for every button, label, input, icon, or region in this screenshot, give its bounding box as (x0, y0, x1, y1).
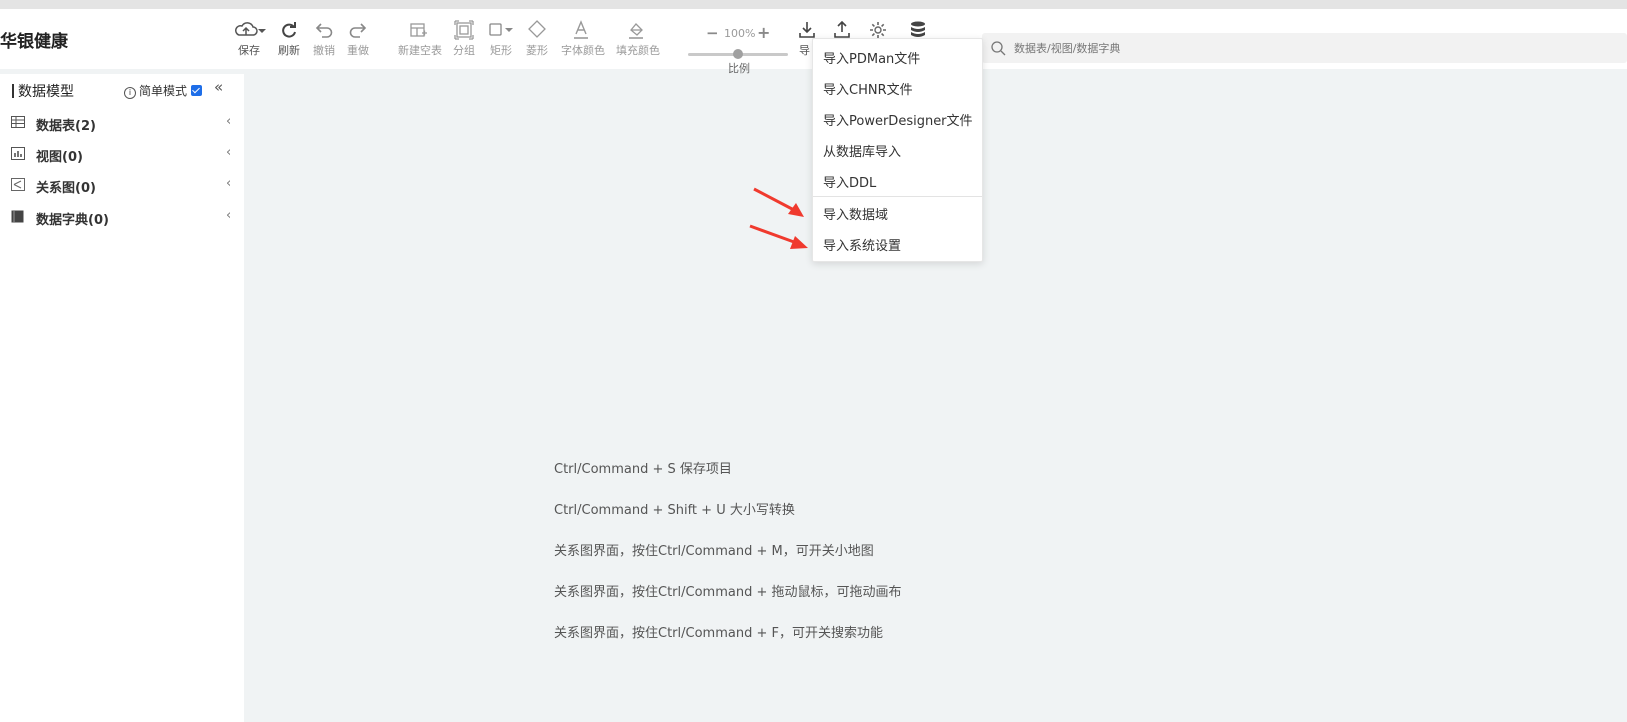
zoom-label: 比例 (728, 62, 750, 75)
font-color-button[interactable]: 字体颜色 (561, 19, 605, 58)
refresh-label: 刷新 (278, 44, 300, 57)
collapse-sidebar-button[interactable]: « (214, 78, 223, 96)
zoom-in-button[interactable]: + (757, 23, 770, 42)
redo-label: 重做 (347, 44, 369, 57)
refresh-button[interactable]: 刷新 (269, 19, 309, 58)
menu-item-import-system-settings[interactable]: 导入系统设置 (823, 235, 901, 254)
fill-color-button[interactable]: 填充颜色 (616, 19, 660, 58)
redo-button[interactable]: 重做 (338, 19, 378, 58)
zoom-value: 100% (724, 27, 756, 40)
menu-divider (813, 196, 982, 197)
redo-icon (349, 23, 367, 38)
table-icon (11, 116, 25, 128)
chevron-left-icon[interactable]: ‹ (226, 176, 231, 191)
menu-item-import-ddl[interactable]: 导入DDL (823, 172, 876, 191)
sidebar-item-label: 数据表(2) (36, 119, 96, 134)
new-table-label: 新建空表 (398, 44, 442, 57)
shortcut-tip: 关系图界面，按住Ctrl/Command + F，可开关搜索功能 (554, 626, 883, 641)
relation-diagram-icon (11, 178, 25, 191)
save-button[interactable]: 保存 (229, 19, 269, 58)
sidebar-item-views[interactable]: 视图(0) ‹ (0, 139, 244, 169)
rectangle-label: 矩形 (490, 44, 512, 57)
sidebar-item-label: 视图(0) (36, 150, 83, 165)
sidebar-header: 数据模型 i 简单模式 « (0, 74, 244, 106)
search-box (982, 33, 1627, 63)
search-icon (991, 41, 1006, 56)
shortcut-tip: 关系图界面，按住Ctrl/Command + M，可开关小地图 (554, 544, 874, 559)
new-table-button[interactable]: 新建空表 (398, 19, 442, 58)
sidebar-item-label: 数据字典(0) (36, 213, 109, 228)
chevron-left-icon[interactable]: ‹ (226, 114, 231, 129)
rectangle-icon (489, 23, 513, 36)
simple-mode-label: 简单模式 (139, 84, 188, 98)
save-label: 保存 (238, 44, 260, 57)
sidebar: 数据模型 i简单模式 « 数据表(2) ‹ 视图(0) ‹ 关系图(0) ‹ (0, 74, 244, 722)
chevron-left-icon[interactable]: ‹ (226, 145, 231, 160)
refresh-icon (282, 22, 296, 38)
undo-icon (315, 23, 333, 38)
shortcut-tip: Ctrl/Command + Shift + U 大小写转换 (554, 503, 795, 518)
font-color-label: 字体颜色 (561, 44, 605, 57)
sidebar-item-label: 关系图(0) (36, 181, 96, 196)
search-input[interactable] (1014, 37, 1614, 59)
cloud-upload-icon (235, 22, 266, 36)
app-title: 华银健康 (0, 32, 68, 52)
group-button[interactable]: 分组 (444, 19, 484, 58)
diamond-icon (528, 20, 546, 38)
group-icon (454, 20, 474, 40)
rectangle-button[interactable]: 矩形 (481, 19, 521, 58)
chevron-left-icon[interactable]: ‹ (226, 208, 231, 223)
shortcut-tip: Ctrl/Command + S 保存项目 (554, 462, 732, 477)
sidebar-item-data-dictionary[interactable]: 数据字典(0) ‹ (0, 202, 244, 232)
menu-item-import-chnr[interactable]: 导入CHNR文件 (823, 79, 913, 98)
new-table-icon (410, 23, 427, 37)
zoom-slider-handle[interactable] (733, 49, 743, 59)
group-label: 分组 (453, 44, 475, 57)
menu-item-import-powerdesigner[interactable]: 导入PowerDesigner文件 (823, 110, 973, 129)
sidebar-item-relation-diagrams[interactable]: 关系图(0) ‹ (0, 170, 244, 200)
view-chart-icon (11, 147, 25, 160)
import-dropdown-menu: 导入PDMan文件 导入CHNR文件 导入PowerDesigner文件 从数据… (812, 38, 983, 262)
diamond-label: 菱形 (526, 44, 548, 57)
font-color-icon (574, 20, 588, 39)
info-icon: i (124, 87, 136, 99)
window-top-strip (0, 0, 1627, 9)
sidebar-item-tables[interactable]: 数据表(2) ‹ (0, 108, 244, 138)
annotation-arrow (753, 187, 804, 217)
menu-item-import-data-domain[interactable]: 导入数据域 (823, 204, 888, 223)
zoom-out-button[interactable]: − (706, 24, 719, 42)
diamond-button[interactable]: 菱形 (517, 19, 557, 58)
menu-item-import-from-database[interactable]: 从数据库导入 (823, 141, 901, 160)
simple-mode-checkbox[interactable] (191, 85, 203, 96)
annotation-arrow (749, 224, 808, 249)
zoom-control: − 100% + 比例 (684, 18, 794, 75)
shortcut-tip: 关系图界面，按住Ctrl/Command + 拖动鼠标，可拖动画布 (554, 585, 902, 600)
menu-item-import-pdman[interactable]: 导入PDMan文件 (823, 48, 920, 67)
dictionary-book-icon (11, 210, 24, 223)
fill-color-label: 填充颜色 (616, 44, 660, 57)
simple-mode-toggle[interactable]: i 简单模式 (124, 82, 203, 99)
fill-color-bucket-icon (629, 23, 643, 39)
sidebar-title: 数据模型 (12, 81, 74, 101)
